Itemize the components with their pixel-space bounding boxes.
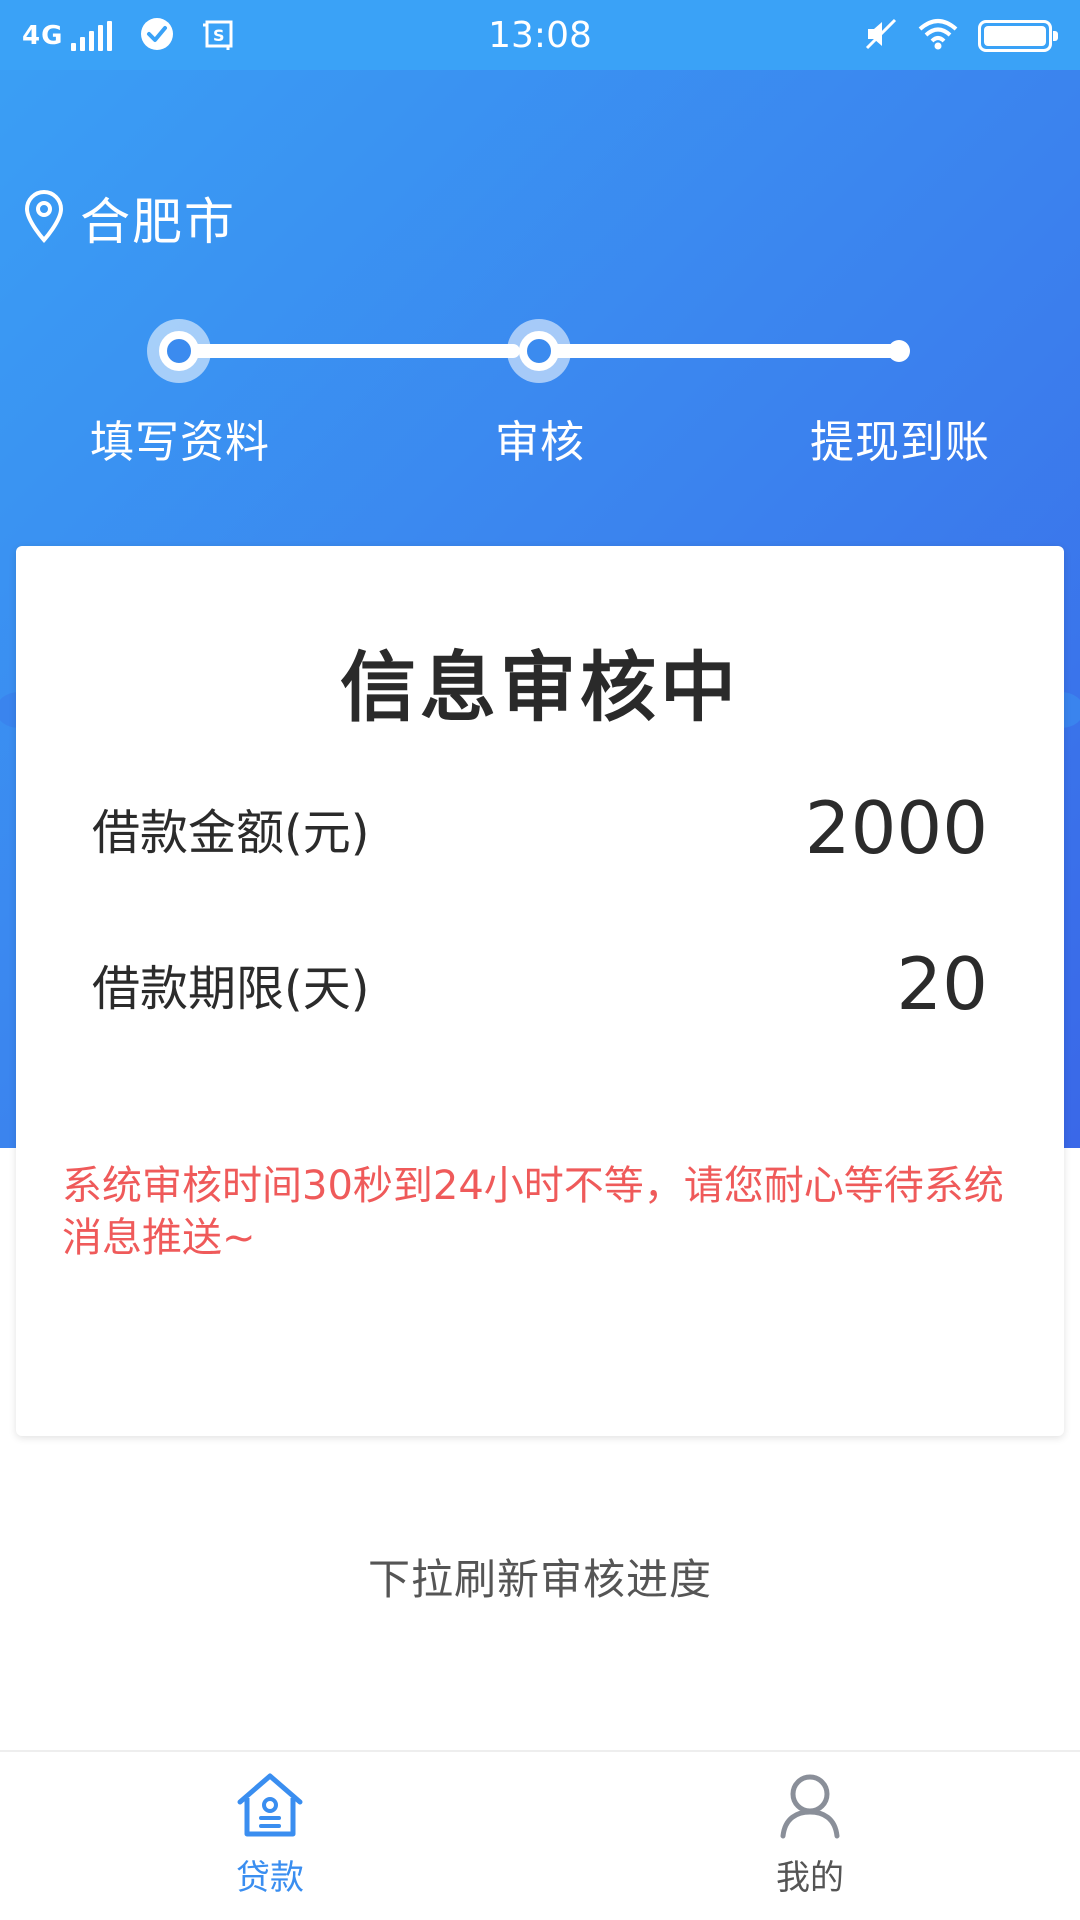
- user-icon: [710, 1770, 910, 1844]
- step-connector: [538, 344, 904, 358]
- pull-refresh-hint: 下拉刷新审核进度: [367, 1555, 712, 1604]
- step-label-review: 审核: [495, 417, 585, 468]
- card-title: 信息审核中: [340, 643, 740, 732]
- step-node-active: [507, 319, 571, 383]
- loan-term-row: 借款期限(天) 20: [92, 942, 988, 1026]
- nav-label-loan: 贷款: [236, 1858, 304, 1898]
- review-notice: 系统审核时间30秒到24小时不等，请您耐心等待系统消息推送~: [62, 1163, 1004, 1261]
- nav-item-mine[interactable]: 我的: [710, 1770, 910, 1899]
- progress-stepper: 填写资料 审核 提现到账: [0, 316, 1080, 468]
- location-city: 合肥市: [80, 193, 236, 251]
- status-bar: 4G S 13:08: [0, 0, 1080, 70]
- loan-term-value: 20: [896, 942, 988, 1026]
- loan-amount-label: 借款金额(元): [92, 805, 370, 861]
- screen: 4G S 13:08 合肥市 填写资料 审核 提现到账 信息审核中 借款金额(元…: [0, 0, 1080, 1920]
- nav-item-loan[interactable]: 贷款: [170, 1770, 370, 1899]
- step-node-pending: [888, 340, 910, 362]
- loan-amount-row: 借款金额(元) 2000: [92, 786, 988, 870]
- step-node-done: [147, 319, 211, 383]
- loan-term-label: 借款期限(天): [92, 961, 370, 1017]
- battery-icon: [978, 20, 1058, 52]
- home-icon: [170, 1770, 370, 1844]
- bottom-nav: 贷款 我的: [0, 1750, 1080, 1920]
- nav-label-mine: 我的: [776, 1858, 844, 1898]
- location-selector[interactable]: 合肥市: [22, 182, 236, 254]
- loan-amount-value: 2000: [804, 786, 988, 870]
- mute-icon: [864, 17, 898, 55]
- wifi-icon: [918, 17, 958, 55]
- step-connector: [178, 344, 520, 358]
- step-label-withdraw: 提现到账: [810, 417, 990, 468]
- status-right: [864, 14, 1058, 58]
- step-label-fill-info: 填写资料: [90, 417, 270, 468]
- location-pin-icon: [22, 189, 66, 247]
- review-status-card: 信息审核中 借款金额(元) 2000 借款期限(天) 20 系统审核时间30秒到…: [16, 546, 1064, 1436]
